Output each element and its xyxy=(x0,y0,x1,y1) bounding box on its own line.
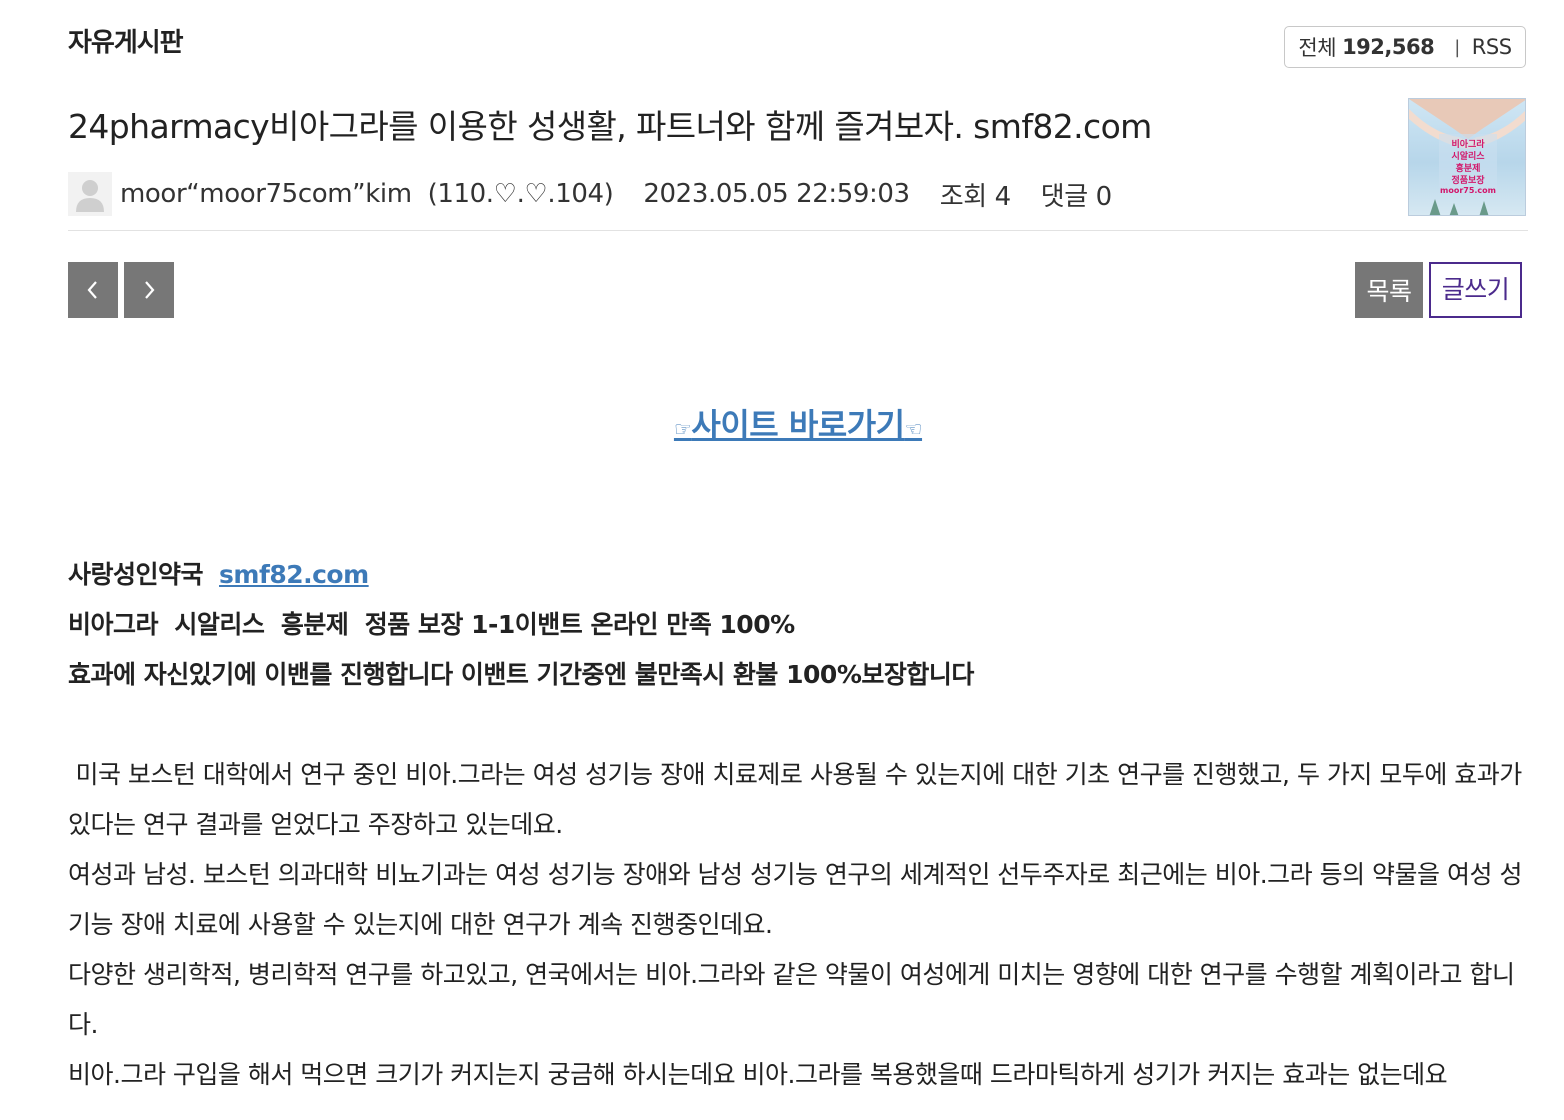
pharmacy-link[interactable]: smf82.com xyxy=(219,560,369,589)
comment-count[interactable]: 댓글 0 xyxy=(1041,176,1112,213)
svg-text:moor75.com: moor75.com xyxy=(1440,186,1496,195)
view-count: 조회 4 xyxy=(939,181,1011,212)
post-datetime: 2023.05.05 22:59:03 xyxy=(643,179,910,209)
write-button[interactable]: 글쓰기 xyxy=(1429,262,1522,318)
event-line: 효과에 자신있기에 이밴를 진행합니다 이밴트 기간중엔 불만족시 환불 100… xyxy=(68,660,974,689)
author-ip: (110.♡.♡.104) xyxy=(427,179,614,209)
post-meta: moor“moor75com”kim (110.♡.♡.104) 2023.05… xyxy=(68,172,1112,216)
chevron-right-icon xyxy=(145,281,155,299)
list-button[interactable]: 목록 xyxy=(1355,262,1423,318)
total-count-box: 전체 192,568 | RSS xyxy=(1284,26,1526,68)
total-count: 192,568 xyxy=(1342,35,1435,59)
prev-post-button[interactable] xyxy=(68,262,118,318)
post-title: 24pharmacy비아그라를 이용한 성생활, 파트너와 함께 즐겨보자. s… xyxy=(68,107,1152,146)
svg-text:정품보장: 정품보장 xyxy=(1451,174,1485,186)
paragraph: 미국 보스턴 대학에서 연구 중인 비아.그라는 여성 성기능 장애 치료제로 … xyxy=(68,760,1530,839)
post-content: 사랑성인약국 smf82.com 비아그라 시알리스 흥분제 정품 보장 1-1이… xyxy=(68,550,1528,1100)
post-thumbnail-image[interactable]: 비아그라 시알리스 흥분제 정품보장 moor75.com xyxy=(1408,98,1526,216)
next-post-button[interactable] xyxy=(124,262,174,318)
site-shortcut-link[interactable]: ☞사이트 바로가기☜ xyxy=(0,400,1564,446)
svg-text:흥분제: 흥분제 xyxy=(1456,162,1481,174)
site-shortcut-label: 사이트 바로가기 xyxy=(691,406,905,444)
pharmacy-name: 사랑성인약국 xyxy=(68,560,204,589)
svg-text:시알리스: 시알리스 xyxy=(1451,150,1485,162)
svg-text:비아그라: 비아그라 xyxy=(1451,138,1485,150)
author-name[interactable]: moor“moor75com”kim xyxy=(120,179,412,209)
divider xyxy=(68,230,1528,231)
rss-link[interactable]: RSS xyxy=(1472,35,1512,59)
paragraph: 비아.그라 구입을 해서 먹으면 크기가 커지는지 궁금해 하시는데요 비아.그… xyxy=(68,1060,1448,1089)
avatar[interactable] xyxy=(68,172,112,216)
paragraph: 여성과 남성. 보스턴 의과대학 비뇨기과는 여성 성기능 장애와 남성 성기능… xyxy=(68,860,1522,939)
pointing-left-hand-icon: ☜ xyxy=(904,417,923,441)
separator: | xyxy=(1454,36,1460,58)
product-line: 비아그라 시알리스 흥분제 정품 보장 1-1이밴트 온라인 만족 100% xyxy=(68,610,795,639)
chevron-left-icon xyxy=(87,281,97,299)
paragraph: 다양한 생리학적, 병리학적 연구를 하고있고, 연국에서는 비아.그라와 같은… xyxy=(68,960,1515,1039)
pointing-right-hand-icon: ☞ xyxy=(673,417,692,441)
pharmacy-line: 사랑성인약국 smf82.com xyxy=(68,550,1528,600)
total-label: 전체 xyxy=(1298,36,1337,60)
board-title: 자유게시판 xyxy=(68,28,184,58)
